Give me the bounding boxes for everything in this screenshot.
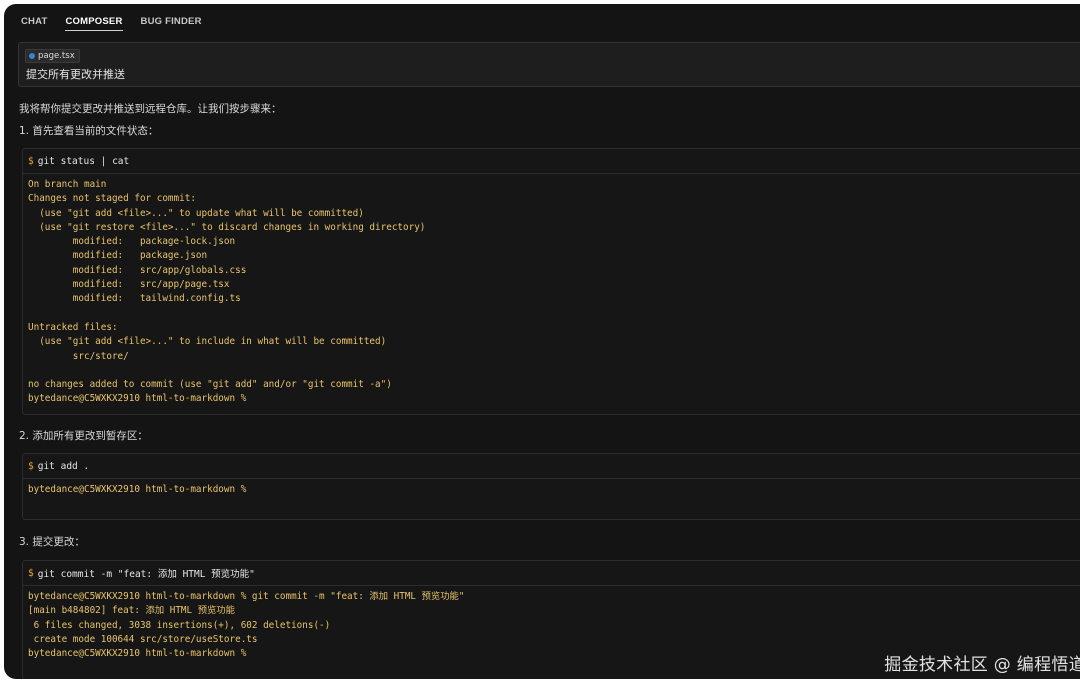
output-line: 6 files changed, 3038 insertions(+), 602… xyxy=(28,619,331,631)
command-text: git status | cat xyxy=(37,155,130,167)
output-line: src/store/ xyxy=(28,350,129,362)
terminal-output: On branch main Changes not staged for co… xyxy=(23,174,1080,411)
step-label: 1. 首先查看当前的文件状态： xyxy=(19,125,159,137)
output-line: bytedance@C5WXKX2910 html-to-markdown % … xyxy=(28,591,465,602)
output-line: bytedance@C5WXKX2910 html-to-markdown % xyxy=(28,393,247,405)
output-line: Changes not staged for commit: xyxy=(28,193,196,205)
file-chip[interactable]: page.tsx xyxy=(25,49,80,63)
tab-composer[interactable]: COMPOSER xyxy=(65,16,123,31)
command-text: git add . xyxy=(37,460,90,472)
prompt-symbol: $ xyxy=(28,460,34,472)
output-line: (use "git add <file>..." to include in w… xyxy=(28,336,387,348)
terminal-block: $ git add . bytedance@C5WXKX2910 html-to… xyxy=(22,453,1080,520)
terminal-output: bytedance@C5WXKX2910 html-to-markdown % xyxy=(23,479,1080,501)
output-line: Untracked files: xyxy=(28,321,118,333)
tab-bar: CHAT COMPOSER BUG FINDER xyxy=(21,16,202,31)
output-line: create mode 100644 src/store/useStore.ts xyxy=(28,633,258,645)
assistant-intro: 我将帮你提交更改并推送到远程仓库。让我们按步骤来： xyxy=(19,103,282,115)
prompt-symbol: $ xyxy=(28,567,34,579)
prompt-text: 提交所有更改并推送 xyxy=(26,68,125,81)
step-label: 2. 添加所有更改到暂存区： xyxy=(19,430,148,442)
output-line: modified: src/app/globals.css xyxy=(28,264,247,276)
tab-chat[interactable]: CHAT xyxy=(21,16,47,31)
output-line: (use "git restore <file>..." to discard … xyxy=(28,221,426,233)
step-label: 3. 提交更改： xyxy=(19,536,85,548)
composer-window: CHAT COMPOSER BUG FINDER page.tsx 提交所有更改… xyxy=(4,4,1080,679)
terminal-command: $ git commit -m "feat: 添加 HTML 预览功能" xyxy=(23,561,1080,586)
terminal-block: $ git status | cat On branch main Change… xyxy=(22,148,1080,415)
output-line: [main b484802] feat: 添加 HTML 预览功能 xyxy=(28,605,235,617)
command-text: git commit -m "feat: 添加 HTML 预览功能" xyxy=(37,569,255,580)
terminal-command: $ git status | cat xyxy=(23,149,1080,174)
watermark: 掘金技术社区 @ 编程悟道 xyxy=(884,655,1080,675)
file-chip-label: page.tsx xyxy=(38,51,75,61)
output-line: modified: package.json xyxy=(28,250,208,262)
tab-bug-finder[interactable]: BUG FINDER xyxy=(141,16,202,31)
output-line: modified: src/app/page.tsx xyxy=(28,279,230,291)
output-line: no changes added to commit (use "git add… xyxy=(28,379,392,391)
prompt-box[interactable]: page.tsx 提交所有更改并推送 xyxy=(18,42,1080,87)
output-line: modified: tailwind.config.ts xyxy=(28,293,241,305)
output-line: modified: package-lock.json xyxy=(28,236,236,248)
prompt-symbol: $ xyxy=(28,155,34,167)
terminal-command: $ git add . xyxy=(23,454,1080,479)
output-line: (use "git add <file>..." to update what … xyxy=(28,207,364,219)
output-line: On branch main xyxy=(28,179,107,190)
file-type-icon xyxy=(29,53,35,59)
output-line: bytedance@C5WXKX2910 html-to-markdown % xyxy=(28,484,247,495)
